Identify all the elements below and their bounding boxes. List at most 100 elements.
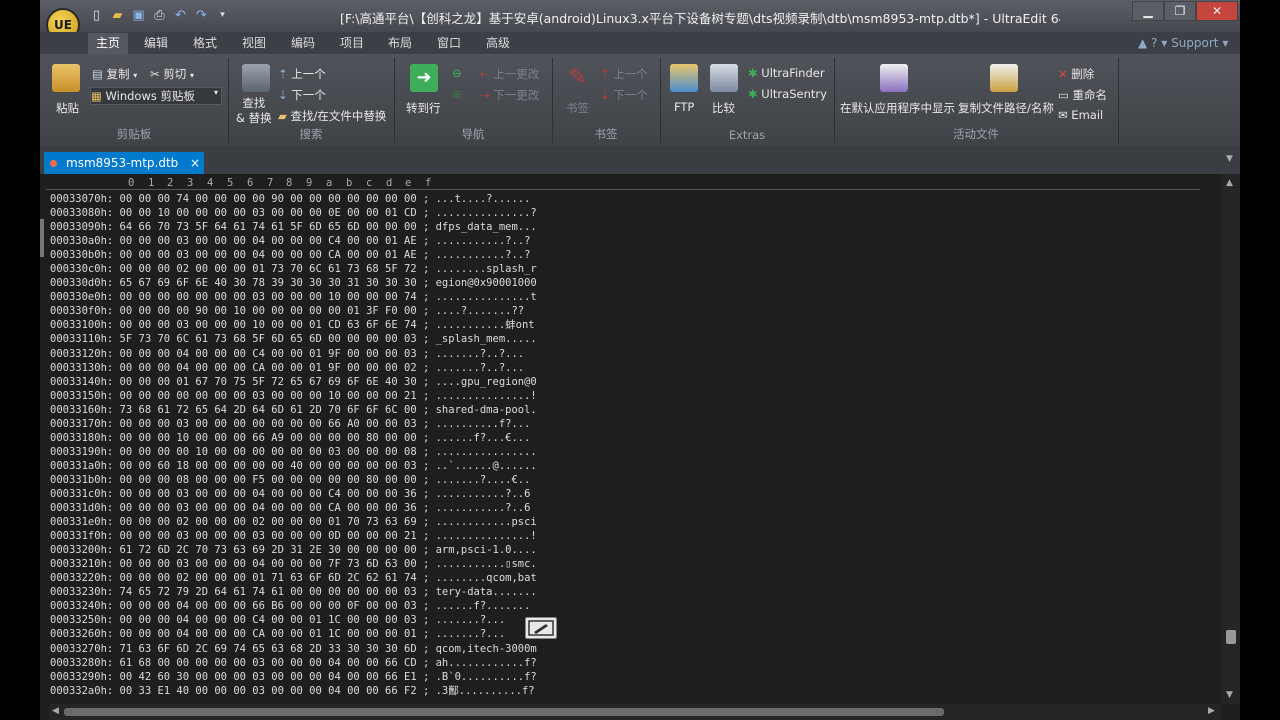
hex-line[interactable]: 00033290h: 00 42 60 30 00 00 00 03 00 00… <box>50 670 537 684</box>
save-icon[interactable]: ▣ <box>130 7 147 24</box>
hex-line[interactable]: 00033120h: 00 00 00 04 00 00 00 C4 00 00… <box>50 347 537 361</box>
next-change-button[interactable]: ⇢ 下一更改 <box>480 87 539 103</box>
hex-line[interactable]: 000331b0h: 00 00 00 08 00 00 00 F5 00 00… <box>50 473 537 487</box>
hex-line[interactable]: 000331a0h: 00 00 60 18 00 00 00 00 00 40… <box>50 459 537 473</box>
hex-line[interactable]: 000331e0h: 00 00 00 02 00 00 00 02 00 00… <box>50 515 537 529</box>
hex-editor[interactable]: 0 1 2 3 4 5 6 7 8 9 a b c d e f 00033070… <box>40 174 1240 720</box>
hex-line[interactable]: 000330d0h: 65 67 69 6F 6E 40 30 78 39 30… <box>50 276 537 290</box>
binoculars-icon[interactable] <box>242 64 270 92</box>
hex-line[interactable]: 00033230h: 74 65 72 79 2D 64 61 74 61 00… <box>50 585 537 599</box>
horizontal-scroll-thumb[interactable] <box>64 708 944 716</box>
bookmark-icon[interactable]: ✎ <box>564 64 592 92</box>
hex-line[interactable]: 00033180h: 00 00 00 10 00 00 00 66 A9 00… <box>50 431 537 445</box>
find-replace-button[interactable]: 查找 & 替换 <box>236 96 272 126</box>
hex-line[interactable]: 00033190h: 00 00 00 00 10 00 00 00 00 00… <box>50 445 537 459</box>
scroll-down-icon[interactable]: ▼ <box>1226 690 1233 700</box>
redo-icon[interactable]: ↷ <box>193 7 210 24</box>
hex-line[interactable]: 00033270h: 71 63 6F 6D 2C 69 74 65 63 68… <box>50 642 537 656</box>
tab-format[interactable]: 格式 <box>185 33 225 54</box>
undo-icon[interactable]: ↶ <box>172 7 189 24</box>
tab-project[interactable]: 项目 <box>332 33 372 54</box>
ftp-button[interactable]: FTP <box>674 100 694 114</box>
tab-encoding[interactable]: 编码 <box>283 33 323 54</box>
find-next-button[interactable]: ⇣ 下一个 <box>278 87 326 103</box>
print-icon[interactable]: ⎙ <box>151 7 168 24</box>
hex-line[interactable]: 00033070h: 00 00 00 74 00 00 00 00 90 00… <box>50 192 537 206</box>
ultrafinder-button[interactable]: ✱ UltraFinder <box>748 66 825 80</box>
hex-line[interactable]: 000331c0h: 00 00 00 03 00 00 00 04 00 00… <box>50 487 537 501</box>
bookmark-button[interactable]: 书签 <box>566 100 589 116</box>
goto-arrow-icon[interactable]: ➜ <box>410 64 438 92</box>
copy-button[interactable]: ▤ 复制 ▾ <box>92 66 137 82</box>
copy-path-icon[interactable] <box>990 64 1018 92</box>
hex-line[interactable]: 00033080h: 00 00 10 00 00 00 00 03 00 00… <box>50 206 537 220</box>
hex-line[interactable]: 00033280h: 61 68 00 00 00 00 00 03 00 00… <box>50 656 537 670</box>
email-file-button[interactable]: ✉ Email <box>1058 108 1103 122</box>
horizontal-scrollbar[interactable]: ◀ ▶ <box>50 704 1222 720</box>
cut-button[interactable]: ✂ 剪切 ▾ <box>150 66 194 82</box>
hex-line[interactable]: 000330e0h: 00 00 00 00 00 00 00 03 00 00… <box>50 290 537 304</box>
compare-icon[interactable] <box>710 64 738 92</box>
minimize-button[interactable]: ▁ <box>1132 1 1164 21</box>
tab-home[interactable]: 主页 <box>88 33 128 54</box>
tab-view[interactable]: 视图 <box>234 33 274 54</box>
delete-file-button[interactable]: ✕ 删除 <box>1058 66 1094 82</box>
goto-line-button[interactable]: 转到行 <box>406 100 441 116</box>
close-tab-icon[interactable]: × <box>190 152 200 174</box>
hex-line[interactable]: 000331f0h: 00 00 00 03 00 00 00 03 00 00… <box>50 529 537 543</box>
tab-list-chevron-icon[interactable]: ▼ <box>1226 154 1233 164</box>
compare-button[interactable]: 比较 <box>712 100 735 116</box>
hex-line[interactable]: 000331d0h: 00 00 00 03 00 00 00 04 00 00… <box>50 501 537 515</box>
hex-line[interactable]: 00033170h: 00 00 00 03 00 00 00 00 00 00… <box>50 417 537 431</box>
vertical-scroll-thumb[interactable] <box>1226 630 1236 644</box>
file-tab-msm8953[interactable]: msm8953-mtp.dtb × <box>44 152 204 174</box>
hex-line[interactable]: 00033110h: 5F 73 70 6C 61 73 68 5F 6D 65… <box>50 332 537 346</box>
prev-change-button[interactable]: ⇠ 上一更改 <box>480 66 539 82</box>
scroll-left-icon[interactable]: ◀ <box>52 706 59 716</box>
tab-layout[interactable]: 布局 <box>380 33 420 54</box>
tab-advanced[interactable]: 高级 <box>478 33 518 54</box>
hex-line[interactable]: 00033130h: 00 00 00 04 00 00 00 CA 00 00… <box>50 361 537 375</box>
paste-icon[interactable] <box>52 64 80 92</box>
pen-tool-icon[interactable] <box>525 617 557 639</box>
hex-line[interactable]: 000330a0h: 00 00 00 03 00 00 00 04 00 00… <box>50 234 537 248</box>
tab-window[interactable]: 窗口 <box>429 33 469 54</box>
show-in-default-app-icon[interactable] <box>880 64 908 92</box>
next-bookmark-button[interactable]: ⇣ 下一个 <box>600 87 648 103</box>
hex-line[interactable]: 00033260h: 00 00 00 04 00 00 00 CA 00 00… <box>50 627 537 641</box>
find-in-files-button[interactable]: ▰ 查找/在文件中替换 <box>278 108 386 124</box>
maximize-button[interactable]: ❐ <box>1164 1 1196 21</box>
forward-icon[interactable]: ⊕ <box>452 87 462 101</box>
tab-edit[interactable]: 编辑 <box>136 33 176 54</box>
open-folder-icon[interactable]: ▰ <box>109 7 126 24</box>
vertical-scrollbar[interactable]: ▲ ▼ <box>1222 174 1240 704</box>
hex-line[interactable]: 000330b0h: 00 00 00 03 00 00 00 04 00 00… <box>50 248 537 262</box>
support-menu[interactable]: ▲ ? ▾ Support ▾ <box>1138 36 1228 50</box>
hex-content[interactable]: 00033070h: 00 00 00 74 00 00 00 00 90 00… <box>50 192 537 698</box>
ultrasentry-button[interactable]: ✱ UltraSentry <box>748 87 827 101</box>
prev-bookmark-button[interactable]: ⇡ 上一个 <box>600 66 648 82</box>
hex-line[interactable]: 00033250h: 00 00 00 04 00 00 00 C4 00 00… <box>50 613 537 627</box>
rename-file-button[interactable]: ▭ 重命名 <box>1058 87 1107 103</box>
hex-line[interactable]: 00033210h: 00 00 00 03 00 00 00 04 00 00… <box>50 557 537 571</box>
customize-icon[interactable]: ▾ <box>214 7 231 24</box>
back-icon[interactable]: ⊖ <box>452 66 462 80</box>
hex-line[interactable]: 00033100h: 00 00 00 03 00 00 00 10 00 00… <box>50 318 537 332</box>
scroll-right-icon[interactable]: ▶ <box>1208 706 1215 716</box>
hex-line[interactable]: 00033160h: 73 68 61 72 65 64 2D 64 6D 61… <box>50 403 537 417</box>
find-prev-button[interactable]: ⇡ 上一个 <box>278 66 326 82</box>
close-window-button[interactable]: ✕ <box>1196 1 1238 21</box>
hex-line[interactable]: 00033220h: 00 00 00 02 00 00 00 01 71 63… <box>50 571 537 585</box>
hex-line[interactable]: 000330f0h: 00 00 00 00 90 00 10 00 00 00… <box>50 304 537 318</box>
show-in-default-app-button[interactable]: 在默认应用程序中显示 <box>840 100 955 116</box>
hex-line[interactable]: 000330c0h: 00 00 00 02 00 00 00 01 73 70… <box>50 262 537 276</box>
ftp-icon[interactable] <box>670 64 698 92</box>
scroll-up-icon[interactable]: ▲ <box>1226 178 1233 188</box>
paste-button[interactable]: 粘贴 <box>56 100 79 116</box>
clipboard-select[interactable]: ▦ Windows 剪贴板 ▾ <box>90 87 222 105</box>
new-file-icon[interactable]: ▯ <box>88 7 105 24</box>
hex-line[interactable]: 000332a0h: 00 33 E1 40 00 00 00 03 00 00… <box>50 684 537 698</box>
hex-line[interactable]: 00033150h: 00 00 00 00 00 00 00 03 00 00… <box>50 389 537 403</box>
copy-file-path-button[interactable]: 复制文件路径/名称 <box>958 100 1054 116</box>
hex-line[interactable]: 00033090h: 64 66 70 73 5F 64 61 74 61 5F… <box>50 220 537 234</box>
